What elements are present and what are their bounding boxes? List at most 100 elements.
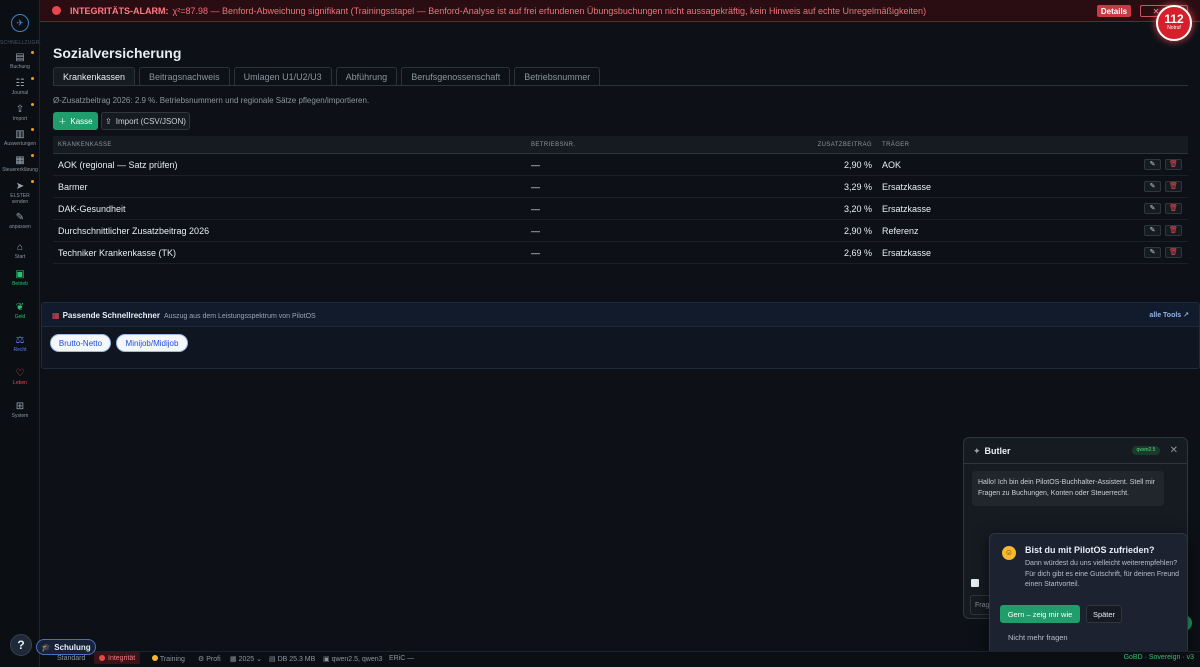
schnellrechner-title: Passende Schnellrechner	[62, 311, 160, 320]
chart-icon: ▥	[15, 129, 25, 140]
send-icon: ➤	[15, 181, 25, 192]
grid-icon: ⊞	[15, 401, 25, 412]
alarm-message: INTEGRITÄTS-ALARM: χ²=87.98 — Benford-Abw…	[70, 5, 927, 16]
tab-beitragsnachweis[interactable]: Beitragsnachweis	[139, 67, 230, 85]
upload-icon: ⇪	[15, 104, 25, 115]
alarm-details-button[interactable]: Details	[1097, 5, 1131, 17]
page-title: Sozialversicherung	[53, 45, 182, 61]
butler-header: ✦ Butler qwen2.5 ✕	[964, 438, 1187, 464]
schnellrechner-header: ▦ Passende Schnellrechner Auszug aus dem L…	[42, 303, 1199, 327]
butler-title: Butler	[984, 446, 1011, 456]
sidebar-item-buchung[interactable]: ▤ Buchung	[0, 51, 40, 70]
table-row: Techniker Krankenkasse (TK) — 2,69 % Ers…	[53, 242, 1188, 264]
delete-icon[interactable]: 🗑	[1165, 159, 1182, 170]
schnellrechner-panel: ▦ Passende Schnellrechner Auszug aus dem L…	[41, 302, 1200, 369]
sidebar: ✈ SCHNELLZUGR. ▤ Buchung ☷ Journal ⇪ Import…	[0, 0, 42, 667]
edit-icon[interactable]: ✎	[1144, 203, 1161, 214]
status-eric: ERiC —	[389, 655, 415, 662]
alert-dot-icon	[99, 655, 105, 661]
schnellrechner-subtitle: Auszug aus dem Leistungsspektrum von Pil…	[163, 313, 316, 320]
table-row: DAK-Gesundheit — 3,20 % Ersatzkasse ✎ 🗑	[53, 198, 1188, 220]
journal-icon: ☷	[15, 78, 25, 89]
info-note: Ø-Zusatzbeitrag 2026: 2.9 %. Betriebsnum…	[53, 96, 370, 105]
sidebar-item-journal[interactable]: ☷ Journal	[0, 77, 40, 96]
edit-icon[interactable]: ✎	[1144, 159, 1161, 170]
upload-icon: ⇪	[105, 116, 112, 126]
delete-icon[interactable]: 🗑	[1165, 181, 1182, 192]
sidebar-item-import[interactable]: ⇪ Import	[0, 103, 40, 122]
integritaet-status[interactable]: Integrität	[94, 652, 141, 664]
plus-icon: ＋	[58, 116, 67, 126]
column-header-krankenkasse: KRANKENKASSE	[58, 142, 112, 148]
survey-text: Dann würdest du uns vielleicht weiteremp…	[1025, 560, 1180, 588]
model-badge: qwen2.5	[1132, 446, 1160, 455]
edit-icon[interactable]: ✎	[1144, 225, 1161, 236]
edit-icon[interactable]: ✎	[1144, 181, 1161, 192]
tax-icon: ▦	[15, 155, 25, 166]
smile-icon: ☺	[1002, 546, 1016, 560]
close-icon[interactable]: ✕	[1170, 445, 1178, 456]
table-header: KRANKENKASSE BETRIEBSNR. ZUSATZBEITRAG T…	[53, 136, 1188, 154]
schulung-button[interactable]: 🎓 Schulung	[36, 639, 96, 655]
training-icon	[152, 655, 158, 661]
sidebar-item-betrieb[interactable]: ▣ Betrieb	[0, 269, 40, 287]
edit-icon[interactable]: ✎	[1144, 247, 1161, 258]
table-row: AOK (regional — Satz prüfen) — 2,90 % AO…	[53, 154, 1188, 176]
column-header-betriebsnr: BETRIEBSNR.	[531, 142, 576, 148]
sidebar-item-steuererklaerung[interactable]: ▦ Steuererklärung	[0, 154, 40, 173]
import-button[interactable]: ⇪ Import (CSV/JSON)	[101, 112, 190, 130]
app-root: ✈ SCHNELLZUGR. ▤ Buchung ☷ Journal ⇪ Import…	[0, 0, 1200, 667]
satisfaction-survey-popup: ☺ Bist du mit PilotOS zufrieden? Dann wü…	[989, 533, 1188, 655]
butler-checkbox[interactable]	[971, 579, 979, 587]
tab-umlagen[interactable]: Umlagen U1/U2/U3	[233, 67, 332, 85]
tab-betriebsnummer[interactable]: Betriebsnummer	[514, 67, 601, 85]
column-header-traeger: TRÄGER	[882, 142, 910, 148]
integrity-alarm-banner: INTEGRITÄTS-ALARM: χ²=87.98 — Benford-Abw…	[40, 0, 1200, 22]
add-kasse-button[interactable]: ＋ Kasse	[53, 112, 98, 130]
delete-icon[interactable]: 🗑	[1165, 225, 1182, 236]
sidebar-item-leben[interactable]: ♡ Leben	[0, 368, 40, 386]
assistant-message: Hallo! Ich bin dein PilotOS-Buchhalter-A…	[972, 471, 1164, 506]
status-year[interactable]: ▦ 2025 ⌄	[230, 655, 262, 663]
status-bar: Standard Training ⚙ Profi ▦ 2025 ⌄ ▤ DB …	[40, 651, 1200, 667]
home-icon: ⌂	[16, 242, 24, 253]
tool-brutto-netto-button[interactable]: Brutto-Netto	[50, 334, 111, 352]
sidebar-header: SCHNELLZUGR.	[0, 40, 42, 46]
sidebar-item-system[interactable]: ⊞ System	[0, 401, 40, 419]
status-profi[interactable]: ⚙ Profi	[198, 655, 221, 663]
sidebar-item-recht[interactable]: ⚖ Recht	[0, 335, 40, 353]
emergency-badge[interactable]: 112 Notruf	[1156, 5, 1192, 41]
status-sovereign: GoBD · Sovereign · v3	[1123, 654, 1194, 661]
sidebar-item-start[interactable]: ⌂ Start	[0, 242, 40, 260]
survey-never-link[interactable]: Nicht mehr fragen	[1008, 633, 1068, 642]
table-row: Barmer — 3,29 % Ersatzkasse ✎ 🗑	[53, 176, 1188, 198]
status-training[interactable]: Training	[152, 655, 185, 663]
tab-krankenkassen[interactable]: Krankenkassen	[53, 67, 136, 85]
delete-icon[interactable]: 🗑	[1165, 247, 1182, 258]
help-button[interactable]: ?	[10, 634, 32, 656]
krankenkassen-table: KRANKENKASSE BETRIEBSNR. ZUSATZBEITRAG T…	[53, 136, 1188, 264]
table-row: Durchschnittlicher Zusatzbeitrag 2026 — …	[53, 220, 1188, 242]
survey-later-button[interactable]: Später	[1086, 605, 1122, 623]
tab-berufsgenossenschaft[interactable]: Berufsgenossenschaft	[401, 67, 511, 85]
survey-yes-button[interactable]: Gern – zeig mir wie	[1000, 605, 1080, 623]
delete-icon[interactable]: 🗑	[1165, 203, 1182, 214]
calculator-icon: ▦	[52, 311, 60, 320]
tab-bar: Krankenkassen Beitragsnachweis Umlagen U…	[53, 67, 601, 85]
all-tools-link[interactable]: alle Tools ↗	[1149, 311, 1189, 319]
tab-abfuehrung[interactable]: Abführung	[335, 67, 398, 85]
document-icon: ▤	[15, 52, 25, 63]
heart-icon: ♡	[15, 368, 25, 379]
sidebar-item-geld[interactable]: ❦ Geld	[0, 302, 40, 320]
sidebar-item-elster[interactable]: ➤ ELSTER senden	[0, 180, 40, 205]
tool-minijob-button[interactable]: Minijob/Midijob	[116, 334, 188, 352]
status-db: ▤ DB 25.3 MB	[269, 656, 316, 663]
status-models: ▣ qwen2.5, qwen3	[323, 656, 383, 663]
status-mode: Standard	[57, 655, 86, 662]
survey-question: Bist du mit PilotOS zufrieden?	[1025, 545, 1155, 555]
leaf-icon: ❦	[15, 302, 25, 313]
scale-icon: ⚖	[15, 335, 25, 346]
sidebar-item-anpassen[interactable]: ✎ anpassen	[0, 212, 40, 230]
logo-icon[interactable]: ✈	[11, 14, 29, 32]
sidebar-item-auswertungen[interactable]: ▥ Auswertungen	[0, 128, 40, 147]
